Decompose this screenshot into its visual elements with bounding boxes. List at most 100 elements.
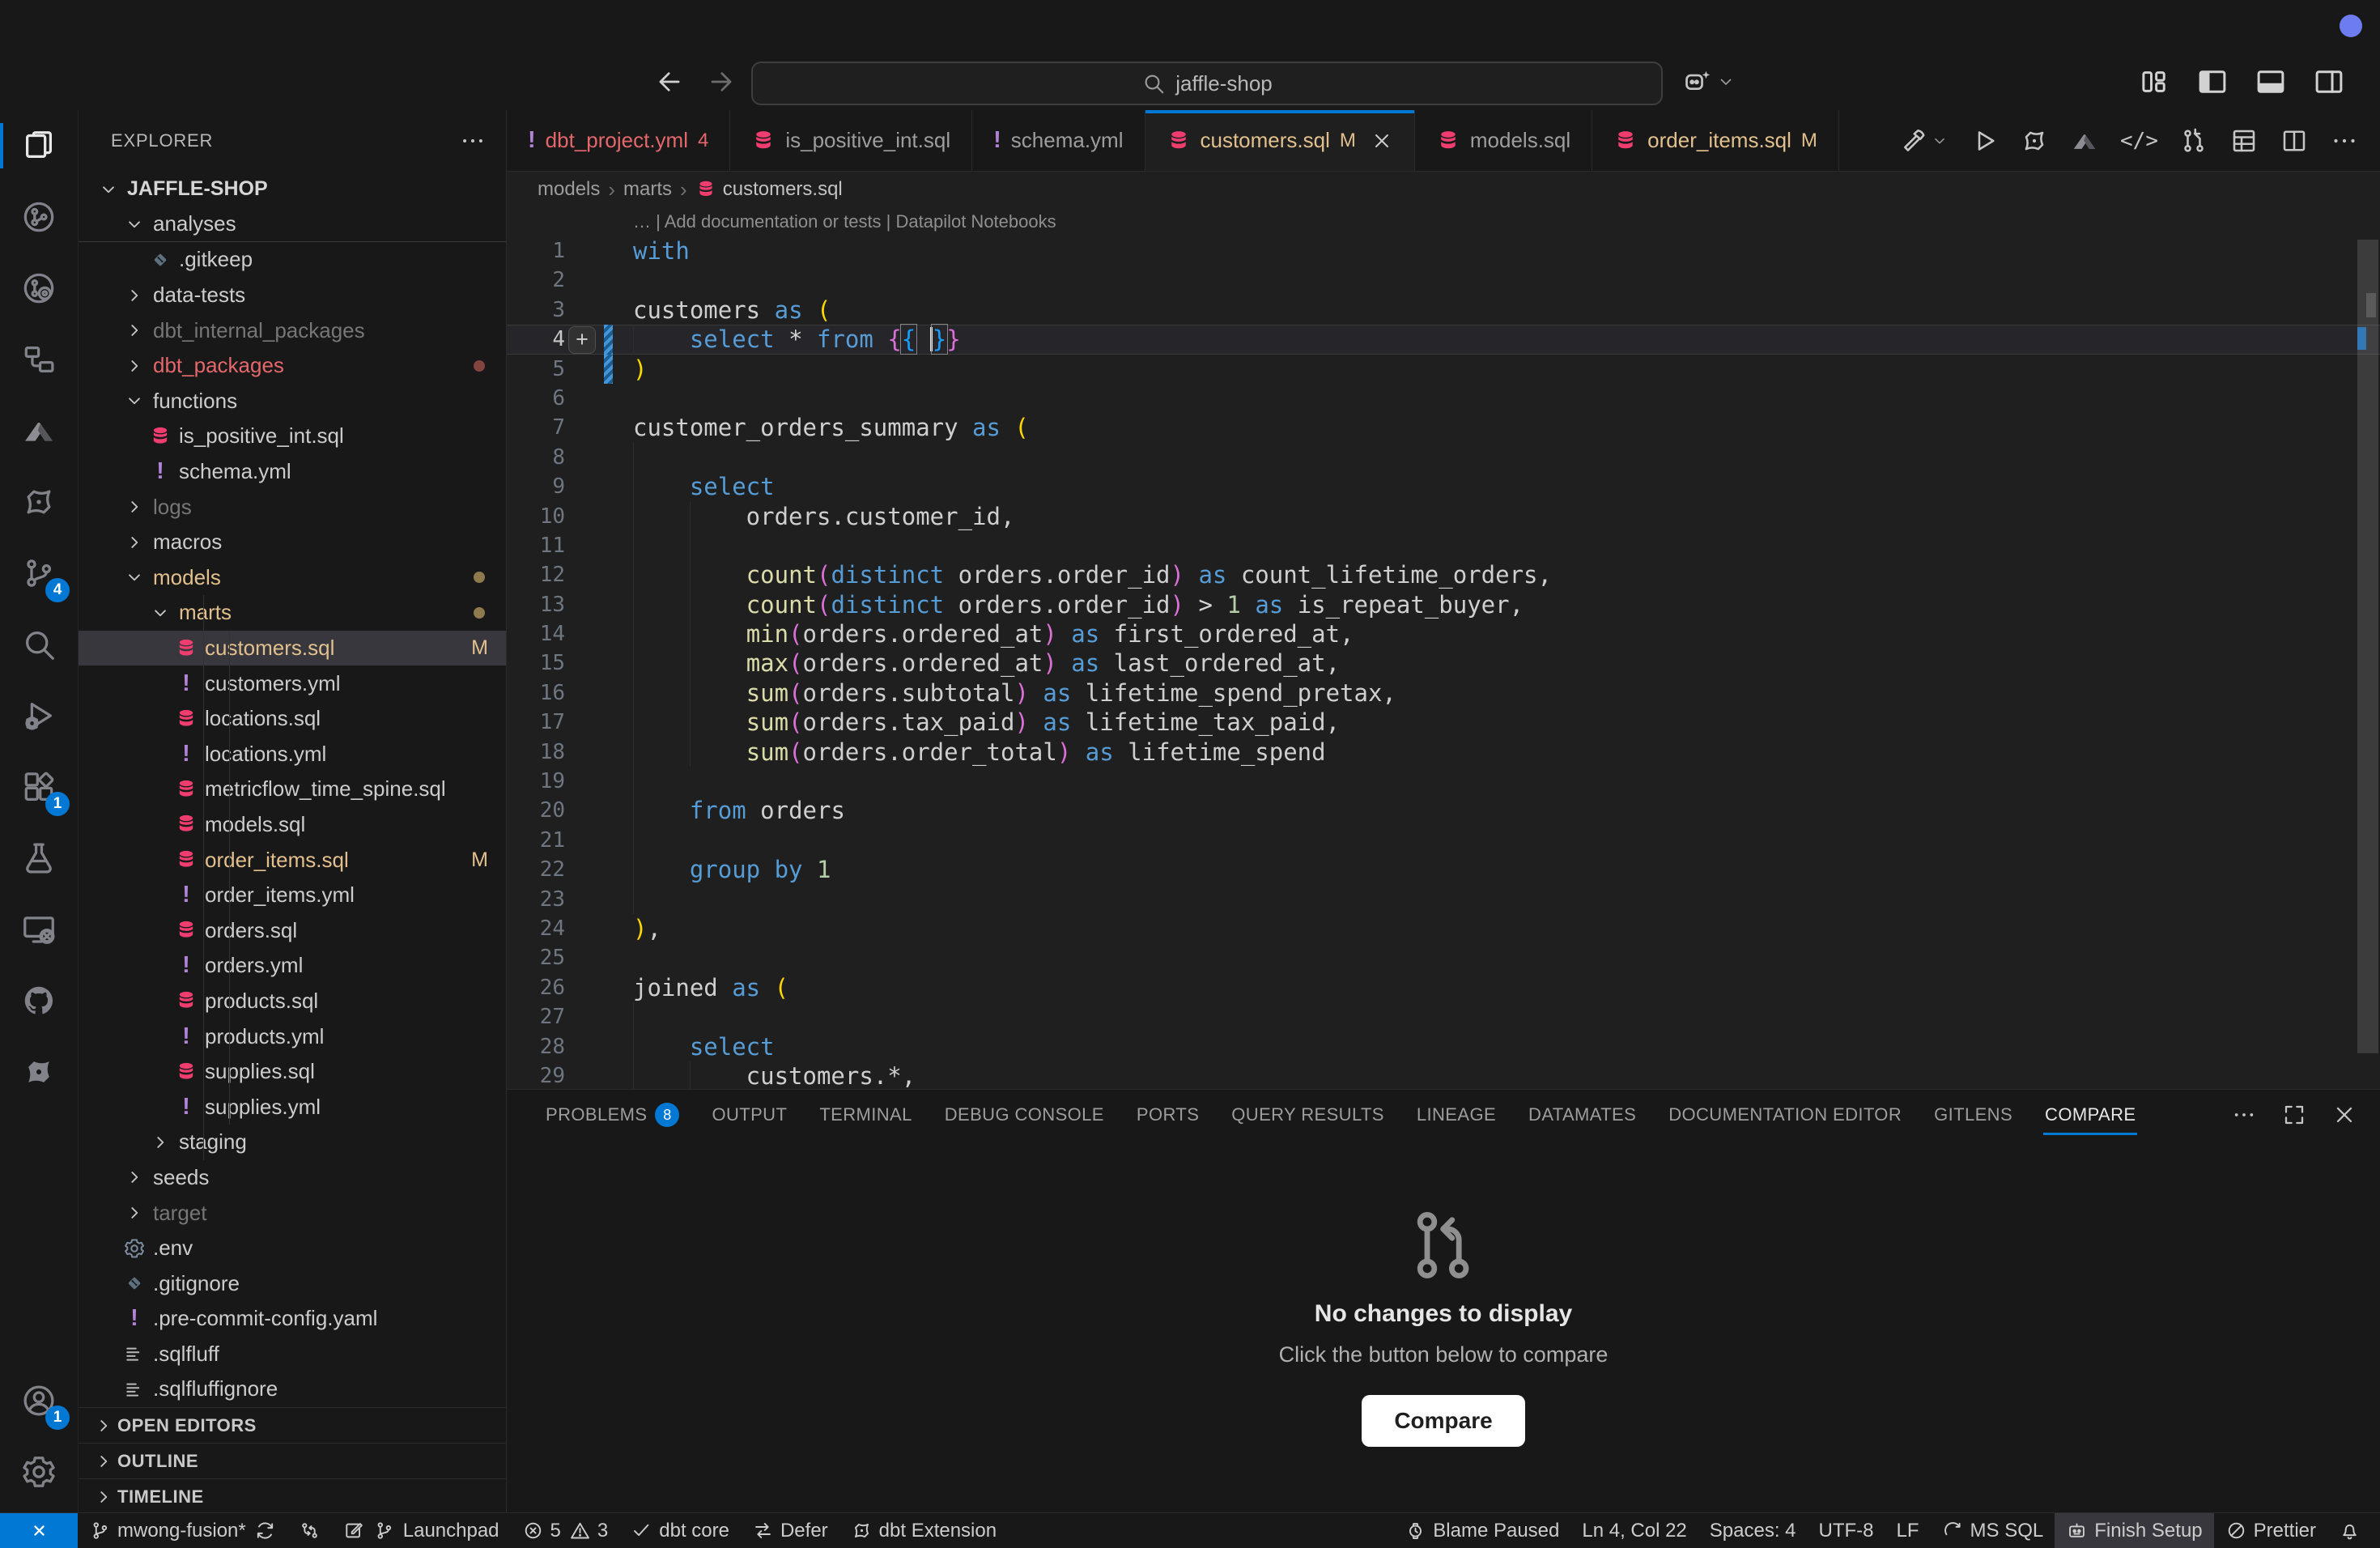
code-line-11[interactable]: 11 [507,531,2380,560]
panel-more-icon[interactable] [2231,1102,2257,1128]
tab-schema-yml[interactable]: !schema.yml [972,110,1145,171]
navigate-forward-icon[interactable] [706,66,737,97]
close-icon[interactable] [1371,130,1393,152]
activity-item-settings[interactable] [0,1436,78,1508]
tree-item-sqlfluff[interactable]: .sqlfluff [79,1337,506,1372]
code-line-19[interactable]: 19 [507,767,2380,796]
code-line-29[interactable]: 29 customers.*, [507,1061,2380,1089]
activity-item-query-history[interactable] [0,253,78,324]
action-query-results-grid[interactable] [2229,126,2259,155]
tree-item-products-sql[interactable]: products.sql [79,984,506,1019]
code-line-10[interactable]: 10 orders.customer_id, [507,502,2380,531]
tree-item-target[interactable]: target [79,1195,506,1231]
toggle-secondary-sidebar-icon[interactable] [2312,65,2346,99]
status-remote[interactable] [0,1513,78,1548]
breadcrumb-item[interactable]: models [538,178,600,201]
tree-item-order-items-yml[interactable]: ! order_items.yml [79,878,506,913]
code-line-2[interactable]: 2 [507,266,2380,295]
activity-item-run-and-debug[interactable] [0,680,78,751]
tree-item-env[interactable]: .env [79,1231,506,1266]
action-split-editor[interactable] [2280,126,2309,155]
customize-layout-icon[interactable] [2137,65,2171,99]
activity-item-accounts[interactable]: 1 [0,1365,78,1436]
status-problems[interactable]: 53 [511,1513,620,1548]
tree-item-order-items-sql[interactable]: order_items.sql M [79,842,506,878]
tree-item-pre-commit-config-yaml[interactable]: ! .pre-commit-config.yaml [79,1301,506,1337]
code-line-17[interactable]: 17 sum(orders.tax_paid) as lifetime_tax_… [507,708,2380,737]
tab-is-positive-int-sql[interactable]: is_positive_int.sql [730,110,972,171]
tree-item-locations-sql[interactable]: locations.sql [79,701,506,737]
status-compare-changes[interactable] [287,1513,332,1548]
tree-item-customers-sql[interactable]: customers.sql M [79,631,506,666]
breadcrumb-item[interactable]: marts [623,178,672,201]
section-open-editors[interactable]: OPEN EDITORS [79,1407,506,1443]
code-line-15[interactable]: 15 max(orders.ordered_at) as last_ordere… [507,649,2380,678]
tree-item-dbt-internal-packages[interactable]: dbt_internal_packages [79,313,506,348]
tree-item-is-positive-int-sql[interactable]: is_positive_int.sql [79,419,506,454]
command-center-search[interactable]: jaffle-shop [751,62,1663,105]
tree-item-models[interactable]: models [79,560,506,596]
code-line-3[interactable]: 3 customers as ( [507,296,2380,325]
panel-tab-documentation-editor[interactable]: DOCUMENTATION EDITOR [1652,1090,1918,1140]
tree-item-dbt-packages[interactable]: dbt_packages [79,348,506,384]
action-altimate-action[interactable] [2070,126,2099,155]
tree-item-sqlfluffignore[interactable]: .sqlfluffignore [79,1372,506,1407]
tree-item-analyses[interactable]: analyses [79,207,506,243]
code-line-1[interactable]: 1 with [507,236,2380,266]
code-line-21[interactable]: 21 [507,826,2380,855]
status-notifications[interactable] [2327,1513,2372,1548]
code-line-13[interactable]: 13 count(distinct orders.order_id) > 1 a… [507,590,2380,619]
tree-item-orders-sql[interactable]: orders.sql [79,912,506,948]
status-blame-paused[interactable]: Blame Paused [1393,1513,1570,1548]
codelens-actions[interactable]: … | Add documentation or tests | Datapil… [507,207,2380,236]
activity-item-dbt[interactable] [0,466,78,538]
toggle-panel-icon[interactable] [2254,65,2288,99]
code-line-28[interactable]: 28 select [507,1032,2380,1061]
tree-item-locations-yml[interactable]: ! locations.yml [79,737,506,772]
tree-item-schema-yml[interactable]: ! schema.yml [79,454,506,490]
status-encoding[interactable]: UTF-8 [1808,1513,1885,1548]
tree-item-supplies-sql[interactable]: supplies.sql [79,1054,506,1090]
tree-item-customers-yml[interactable]: ! customers.yml [79,666,506,701]
panel-tab-datamates[interactable]: DATAMATES [1512,1090,1652,1140]
code-line-22[interactable]: 22 group by 1 [507,855,2380,884]
activity-item-extensions[interactable]: 1 [0,751,78,823]
code-line-9[interactable]: 9 select [507,472,2380,501]
status-launchpad[interactable]: Launchpad [332,1513,511,1548]
code-line-20[interactable]: 20 from orders [507,796,2380,825]
code-line-6[interactable]: 6 [507,384,2380,413]
code-line-24[interactable]: 24 ), [507,914,2380,943]
compare-button[interactable]: Compare [1362,1395,1524,1447]
inline-add-button[interactable]: + [568,326,596,354]
tree-item-staging[interactable]: staging [79,1125,506,1160]
code-line-23[interactable]: 23 [507,885,2380,914]
status-language-mode[interactable]: MS SQL [1931,1513,2055,1548]
action-git-pull-request[interactable] [2179,126,2208,155]
tree-item-supplies-yml[interactable]: ! supplies.yml [79,1089,506,1125]
status-finish-setup[interactable]: Finish Setup [2055,1513,2213,1548]
tree-item-jaffle-shop[interactable]: JAFFLE-SHOP [79,172,506,207]
panel-maximize-icon[interactable] [2281,1102,2307,1128]
navigate-back-icon[interactable] [654,66,685,97]
activity-item-lineage[interactable] [0,181,78,253]
editor-scrollbar[interactable] [2357,240,2378,1053]
status-eol[interactable]: LF [1885,1513,1931,1548]
panel-tab-gitlens[interactable]: GITLENS [1918,1090,2029,1140]
panel-tab-compare[interactable]: COMPARE [2029,1090,2152,1140]
panel-tab-lineage[interactable]: LINEAGE [1400,1090,1512,1140]
toggle-sidebar-icon[interactable] [2195,65,2229,99]
status-indentation[interactable]: Spaces: 4 [1698,1513,1808,1548]
code-line-4[interactable]: 4 + select * from {{ }} [507,325,2380,354]
tree-item-seeds[interactable]: seeds [79,1160,506,1196]
code-line-5[interactable]: 5 ) [507,355,2380,384]
breadcrumb-file[interactable]: customers.sql [695,178,843,201]
status-dbt-core[interactable]: dbt core [619,1513,741,1548]
code-line-18[interactable]: 18 sum(orders.order_total) as lifetime_s… [507,738,2380,767]
action-dbt-build-tasks[interactable] [1900,126,1949,155]
code-line-8[interactable]: 8 [507,443,2380,472]
activity-item-github[interactable] [0,965,78,1036]
tab-dbt-project-yml[interactable]: !dbt_project.yml 4 [507,110,730,171]
copilot-menu[interactable] [1682,66,1736,97]
panel-tab-problems[interactable]: PROBLEMS 8 [529,1090,695,1140]
action-more-actions[interactable] [2330,126,2359,155]
